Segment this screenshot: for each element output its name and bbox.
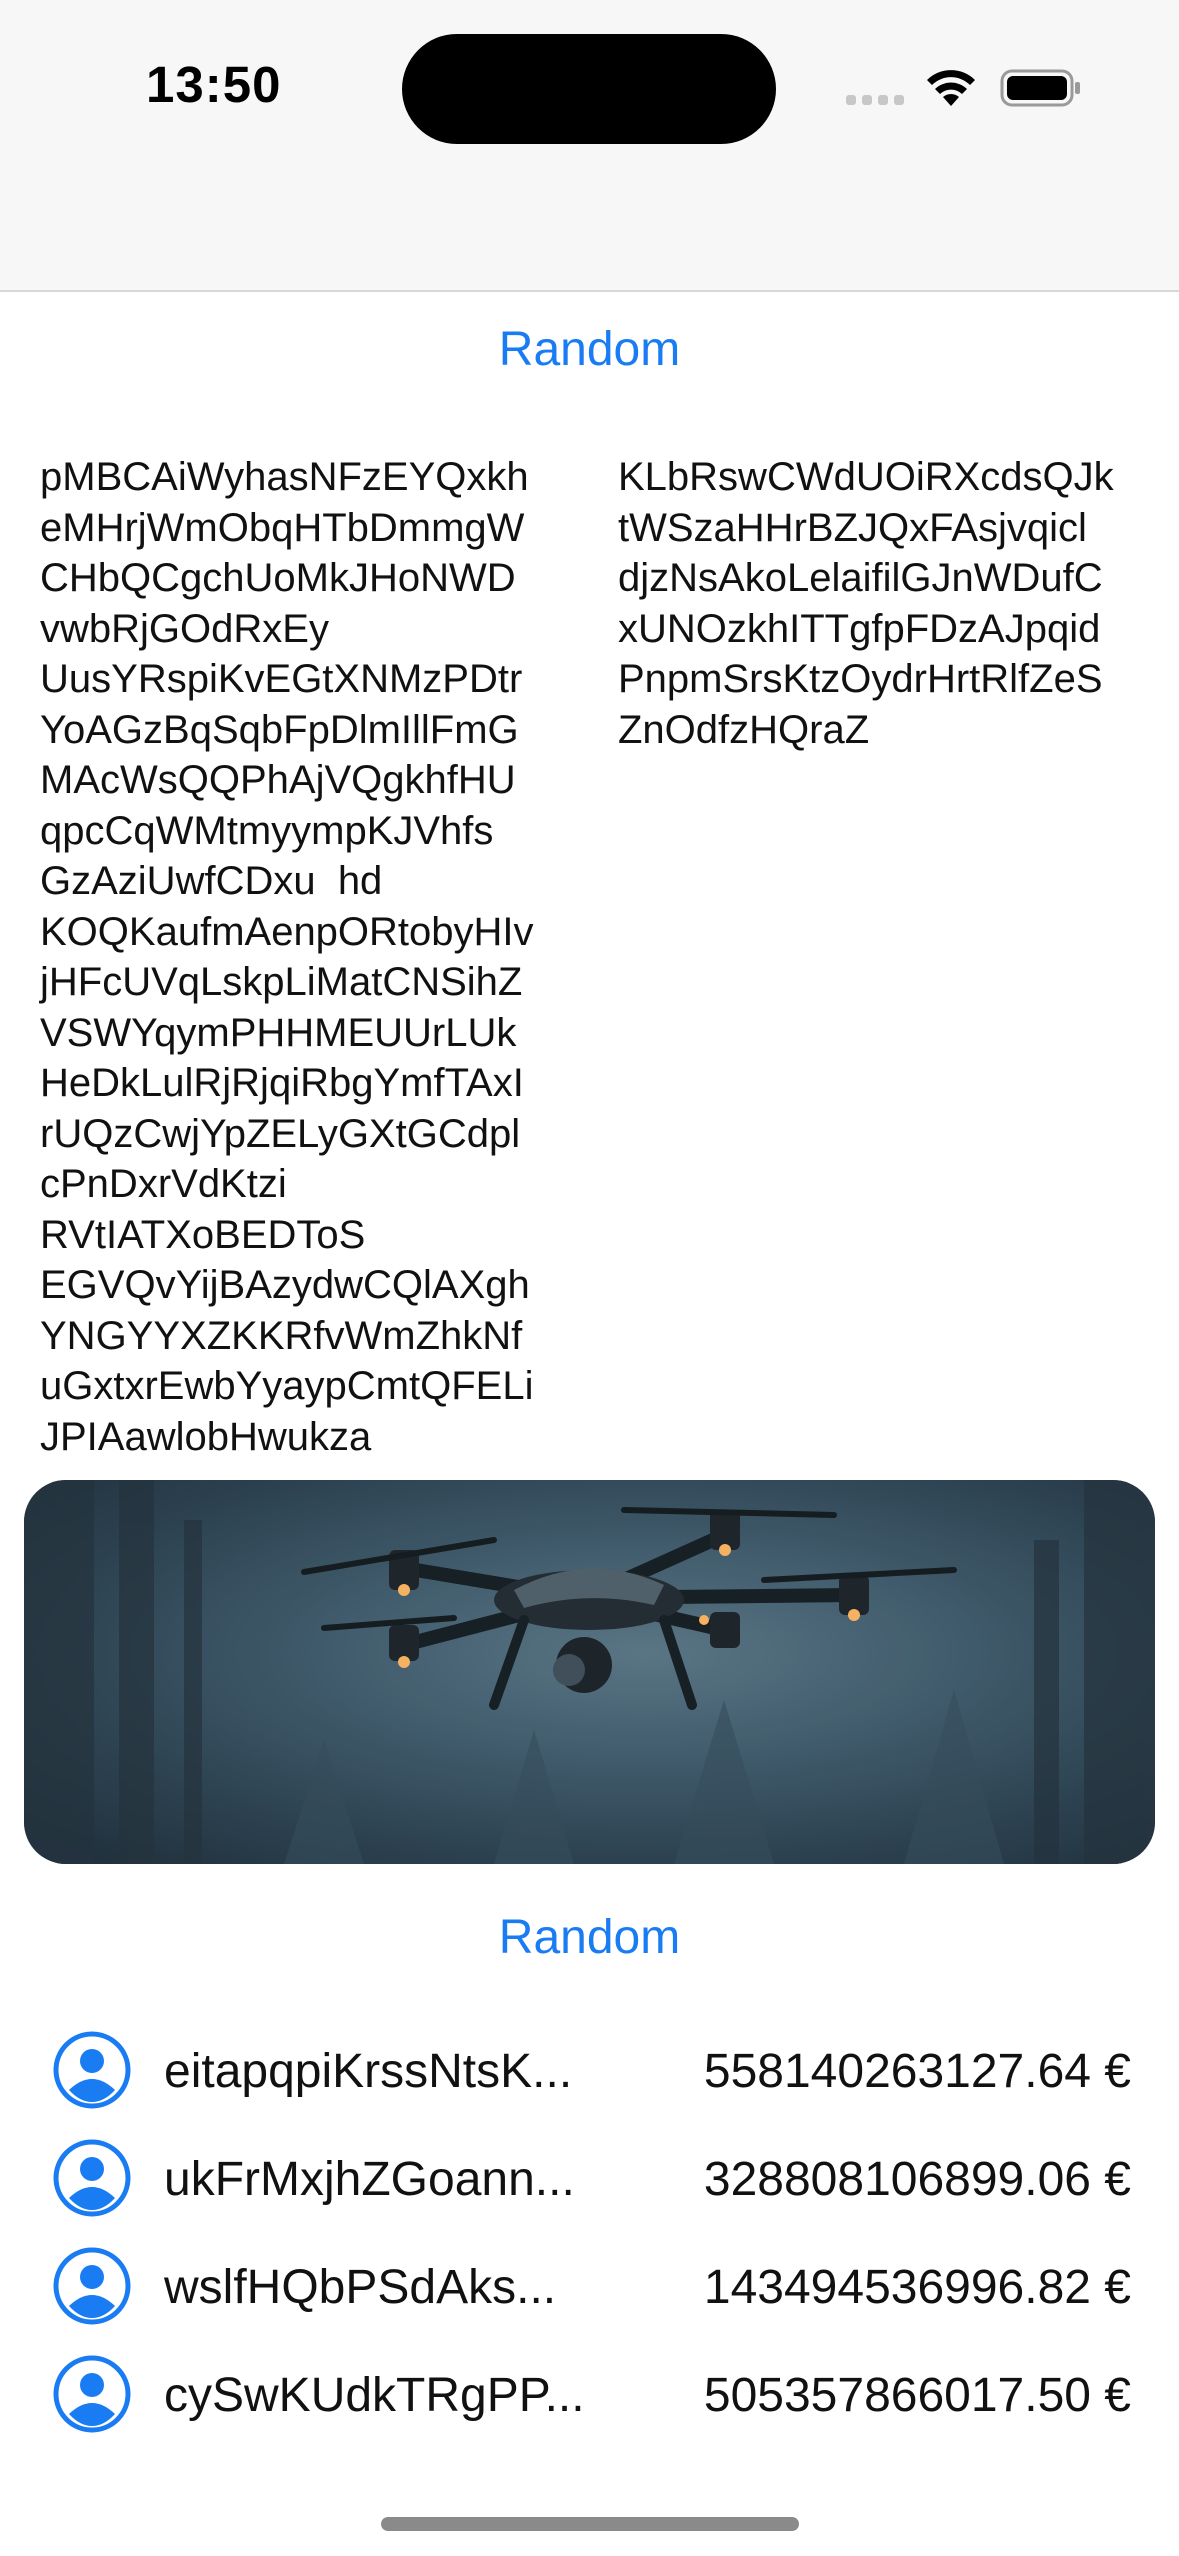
random-button-top[interactable]: Random bbox=[0, 322, 1179, 377]
list-item[interactable]: cySwKUdkTRgPP... 505357866017.50 € bbox=[0, 2340, 1179, 2448]
wifi-icon bbox=[927, 70, 975, 106]
person-amount: 328808106899.06 € bbox=[703, 2153, 1131, 2206]
person-name: eitapqpiKrssNtsK... bbox=[164, 2045, 573, 2098]
status-bar: 13:50 bbox=[0, 0, 1179, 292]
battery-icon bbox=[1000, 69, 1080, 107]
random-text-left: pMBCAiWyhasNFzEYQxkh eMHrjWmObqHTbDmmgW … bbox=[40, 455, 534, 1459]
person-name: wslfHQbPSdAks... bbox=[164, 2261, 557, 2314]
list-item[interactable]: ukFrMxjhZGoann... 328808106899.06 € bbox=[0, 2124, 1179, 2232]
dynamic-island bbox=[402, 34, 776, 144]
person-circle-icon bbox=[53, 2355, 131, 2433]
random-button-bottom[interactable]: Random bbox=[0, 1910, 1179, 1965]
person-circle-icon bbox=[53, 2031, 131, 2109]
drone-hero-image bbox=[24, 1480, 1155, 1864]
cellular-signal-icon bbox=[846, 95, 906, 105]
status-time: 13:50 bbox=[146, 56, 282, 113]
person-amount: 505357866017.50 € bbox=[703, 2369, 1131, 2422]
person-name: cySwKUdkTRgPP... bbox=[164, 2369, 585, 2422]
person-name: ukFrMxjhZGoann... bbox=[164, 2153, 575, 2206]
list-item[interactable]: eitapqpiKrssNtsK... 558140263127.64 € bbox=[0, 2016, 1179, 2124]
person-circle-icon bbox=[53, 2247, 131, 2325]
list-item[interactable]: wslfHQbPSdAks... 143494536996.82 € bbox=[0, 2232, 1179, 2340]
home-indicator[interactable] bbox=[381, 2517, 799, 2531]
random-text-right: KLbRswCWdUOiRXcdsQJk tWSzaHHrBZJQxFAsjvq… bbox=[618, 455, 1114, 752]
person-circle-icon bbox=[53, 2139, 131, 2217]
person-amount: 558140263127.64 € bbox=[703, 2045, 1131, 2098]
person-amount: 143494536996.82 € bbox=[703, 2261, 1131, 2314]
